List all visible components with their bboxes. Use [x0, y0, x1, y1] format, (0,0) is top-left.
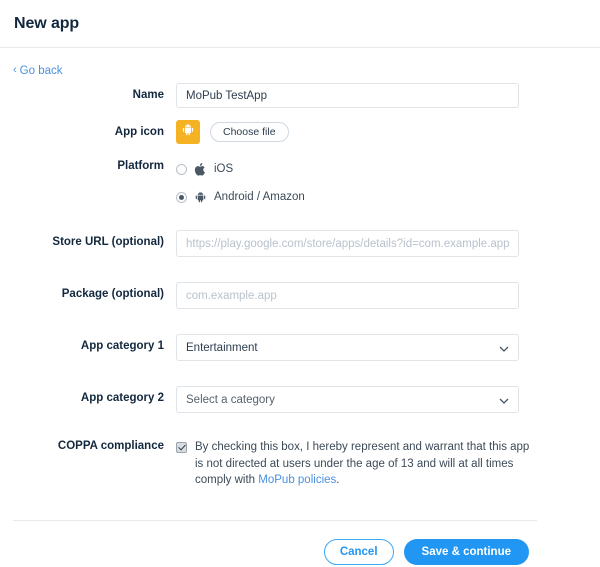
go-back-link[interactable]: ‹ Go back — [13, 65, 63, 77]
field-row-app-category-1: App category 1 Entertainment — [0, 334, 600, 361]
android-icon — [194, 190, 207, 205]
mopub-policies-link[interactable]: MoPub policies — [258, 474, 336, 486]
android-robot-icon — [181, 123, 195, 142]
coppa-checkbox[interactable] — [176, 442, 187, 453]
app-category-2-select-wrap: Select a category — [176, 386, 519, 413]
coppa-text-after: . — [336, 474, 340, 486]
package-input[interactable] — [176, 282, 519, 309]
coppa-label: COPPA compliance — [57, 440, 164, 452]
go-back-row: ‹ Go back — [0, 48, 600, 77]
coppa-text-before: By checking this box, I hereby represent… — [195, 441, 530, 486]
radio-ios[interactable] — [176, 163, 187, 175]
field-row-app-category-2: App category 2 Select a category — [0, 386, 600, 413]
footer-actions: Cancel Save & continue — [0, 538, 600, 565]
platform-android-label: Android / Amazon — [214, 191, 305, 203]
page-header: New app — [0, 0, 600, 48]
store-url-input[interactable] — [176, 230, 519, 257]
coppa-description: By checking this box, I hereby represent… — [195, 439, 533, 489]
app-category-1-select-wrap: Entertainment — [176, 334, 519, 361]
field-row-coppa: COPPA compliance By checking this box, I… — [0, 439, 600, 489]
platform-ios-label: iOS — [214, 163, 234, 175]
app-icon-preview — [176, 120, 200, 144]
apple-icon — [194, 162, 207, 177]
field-row-app-icon: App icon Choose file — [0, 120, 600, 144]
name-input[interactable] — [176, 83, 519, 108]
app-category-1-label: App category 1 — [80, 340, 164, 352]
app-category-2-label: App category 2 — [80, 392, 164, 404]
name-label: Name — [132, 89, 164, 101]
page-title: New app — [14, 14, 80, 32]
new-app-form: Name App icon Choose fi — [0, 83, 600, 489]
chevron-left-icon: ‹ — [13, 64, 17, 76]
field-row-package: Package (optional) — [0, 282, 600, 309]
store-url-label: Store URL (optional) — [52, 236, 164, 248]
save-and-continue-button[interactable]: Save & continue — [403, 538, 529, 565]
field-row-name: Name — [0, 83, 600, 108]
platform-option-ios[interactable]: iOS — [176, 158, 600, 180]
app-icon-label: App icon — [114, 126, 164, 138]
footer-divider — [13, 519, 537, 521]
choose-file-button[interactable]: Choose file — [210, 122, 289, 142]
field-row-platform: Platform iOS Android / Amazon — [0, 158, 600, 208]
app-category-2-select[interactable]: Select a category — [176, 386, 519, 413]
field-row-store-url: Store URL (optional) — [0, 230, 600, 257]
package-label: Package (optional) — [61, 288, 164, 300]
platform-label: Platform — [117, 160, 164, 172]
cancel-button[interactable]: Cancel — [323, 538, 394, 565]
app-category-1-select[interactable]: Entertainment — [176, 334, 519, 361]
platform-option-android[interactable]: Android / Amazon — [176, 186, 600, 208]
go-back-label: Go back — [19, 64, 63, 77]
radio-android[interactable] — [176, 191, 187, 203]
